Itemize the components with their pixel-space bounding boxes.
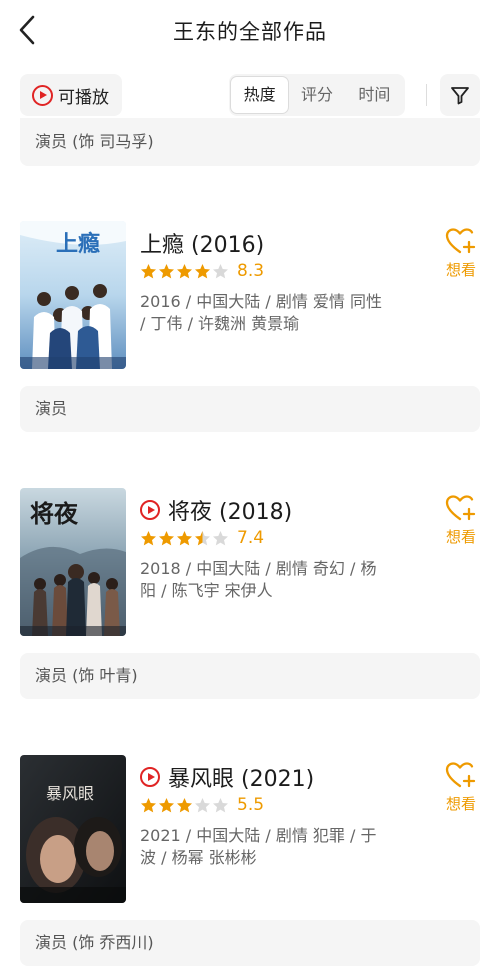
playable-filter-button[interactable]: 可播放 (20, 74, 122, 116)
poster-image-3: 暴风眼 (20, 755, 126, 903)
poster-image-2: 将夜 (20, 488, 126, 636)
sort-segmented-control: 热度 评分 时间 (229, 74, 405, 116)
star-empty-icon (213, 263, 228, 278)
page-title: 王东的全部作品 (173, 20, 327, 44)
heart-plus-icon (445, 762, 476, 788)
star-filled-icon (141, 263, 156, 278)
play-circle-icon (32, 84, 53, 106)
role-bar-1: 演员 (20, 386, 480, 432)
work-meta-3: 2021 / 中国大陆 / 剧情 犯罪 / 于波 / 杨幂 张彬彬 (140, 826, 377, 867)
score-2: 7.4 (237, 528, 265, 548)
rating-1: 8.3 (140, 261, 264, 281)
want-to-watch-button-3[interactable]: 想看 (437, 761, 485, 814)
role-bar-2: 演员 (饰 叶青) (20, 653, 480, 699)
star-filled-icon (177, 797, 192, 812)
filter-funnel-icon (451, 87, 469, 105)
star-rating-3 (140, 797, 230, 814)
star-filled-icon (159, 797, 174, 812)
star-empty-icon (213, 797, 228, 812)
filter-button[interactable] (440, 74, 480, 116)
playable-filter-label: 可播放 (58, 87, 109, 108)
score-1: 8.3 (237, 261, 265, 281)
toolbar-divider (426, 84, 427, 106)
star-empty-icon (213, 530, 228, 545)
heart-plus-icon (445, 495, 476, 521)
want-label-1: 想看 (445, 261, 476, 279)
want-label-3: 想看 (445, 795, 476, 813)
work-meta-2: 2018 / 中国大陆 / 剧情 奇幻 / 杨阳 / 陈飞宇 宋伊人 (140, 559, 377, 600)
play-circle-icon[interactable] (140, 767, 160, 787)
star-filled-icon (159, 263, 174, 278)
star-half-icon (195, 530, 210, 545)
work-title-1[interactable]: 上瘾 (2016) (140, 227, 264, 259)
header-bar: 王东的全部作品 (0, 0, 500, 62)
filter-toolbar: 可播放 热度 评分 时间 (0, 72, 500, 118)
poster-title-3: 暴风眼 (46, 784, 94, 803)
work-title-text-2: 将夜 (2018) (168, 500, 293, 525)
rating-2: 7.4 (140, 528, 264, 548)
poster-title-2: 将夜 (30, 499, 79, 528)
star-filled-icon (195, 263, 210, 278)
sort-tab-rating[interactable]: 评分 (288, 77, 345, 113)
heart-plus-icon (445, 228, 476, 254)
want-to-watch-button-2[interactable]: 想看 (437, 494, 485, 547)
star-filled-icon (141, 530, 156, 545)
sort-tab-popularity[interactable]: 热度 (231, 77, 289, 113)
rating-3: 5.5 (140, 795, 264, 815)
work-title-3[interactable]: 暴风眼 (2021) (140, 761, 314, 793)
want-to-watch-button-1[interactable]: 想看 (437, 227, 485, 280)
role-bar-previous: 演员 (饰 司马孚) (20, 118, 480, 166)
work-card-3[interactable]: 暴风眼 暴风眼 (2021) 5.5 2021 / 中国大陆 / 剧情 犯罪 /… (0, 755, 500, 905)
star-filled-icon (177, 263, 192, 278)
star-filled-icon (159, 530, 174, 545)
score-3: 5.5 (237, 795, 265, 815)
play-circle-icon[interactable] (140, 500, 160, 520)
poster-title-1: 上瘾 (56, 231, 100, 257)
work-card-1[interactable]: 上瘾 上瘾 (2016) 8.3 2016 / 中国大陆 / 剧情 爱情 同性 … (0, 221, 500, 371)
role-bar-3: 演员 (饰 乔西川) (20, 920, 480, 966)
work-title-text-3: 暴风眼 (2021) (168, 767, 315, 792)
sort-tab-time[interactable]: 时间 (346, 77, 403, 113)
star-filled-icon (141, 797, 156, 812)
work-meta-1: 2016 / 中国大陆 / 剧情 爱情 同性 / 丁伟 / 许魏洲 黄景瑜 (140, 292, 383, 333)
work-card-2[interactable]: 将夜 将夜 (2018) 7.4 2018 / 中国大陆 / 剧情 奇幻 / 杨… (0, 488, 500, 638)
poster-image-1: 上瘾 (20, 221, 126, 369)
star-rating-1 (140, 263, 230, 280)
work-title-2[interactable]: 将夜 (2018) (140, 494, 292, 526)
star-filled-icon (177, 530, 192, 545)
work-title-text-1: 上瘾 (2016) (140, 233, 265, 258)
want-label-2: 想看 (445, 528, 476, 546)
star-rating-2 (140, 530, 230, 547)
star-empty-icon (195, 797, 210, 812)
